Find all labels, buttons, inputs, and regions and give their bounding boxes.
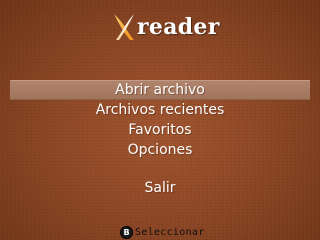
select-hint-label: Seleccionar (135, 226, 205, 238)
x-logo-icon (114, 14, 134, 40)
menu-item-favorites[interactable]: Favoritos (10, 120, 310, 140)
menu-item-open-file[interactable]: Abrir archivo (10, 80, 310, 100)
app-logo: reader (112, 12, 219, 42)
menu-item-options[interactable]: Opciones (10, 140, 310, 160)
menu-item-recent-files[interactable]: Archivos recientes (10, 100, 310, 120)
menu-item-exit[interactable]: Salir (10, 178, 310, 198)
b-button-icon: B (120, 225, 133, 239)
footer-hint: B Seleccionar (120, 225, 205, 239)
app-title: reader (137, 14, 220, 40)
xreader-main-menu-screen: { "app": { "logo_text": "reader", "logo_… (0, 0, 320, 240)
